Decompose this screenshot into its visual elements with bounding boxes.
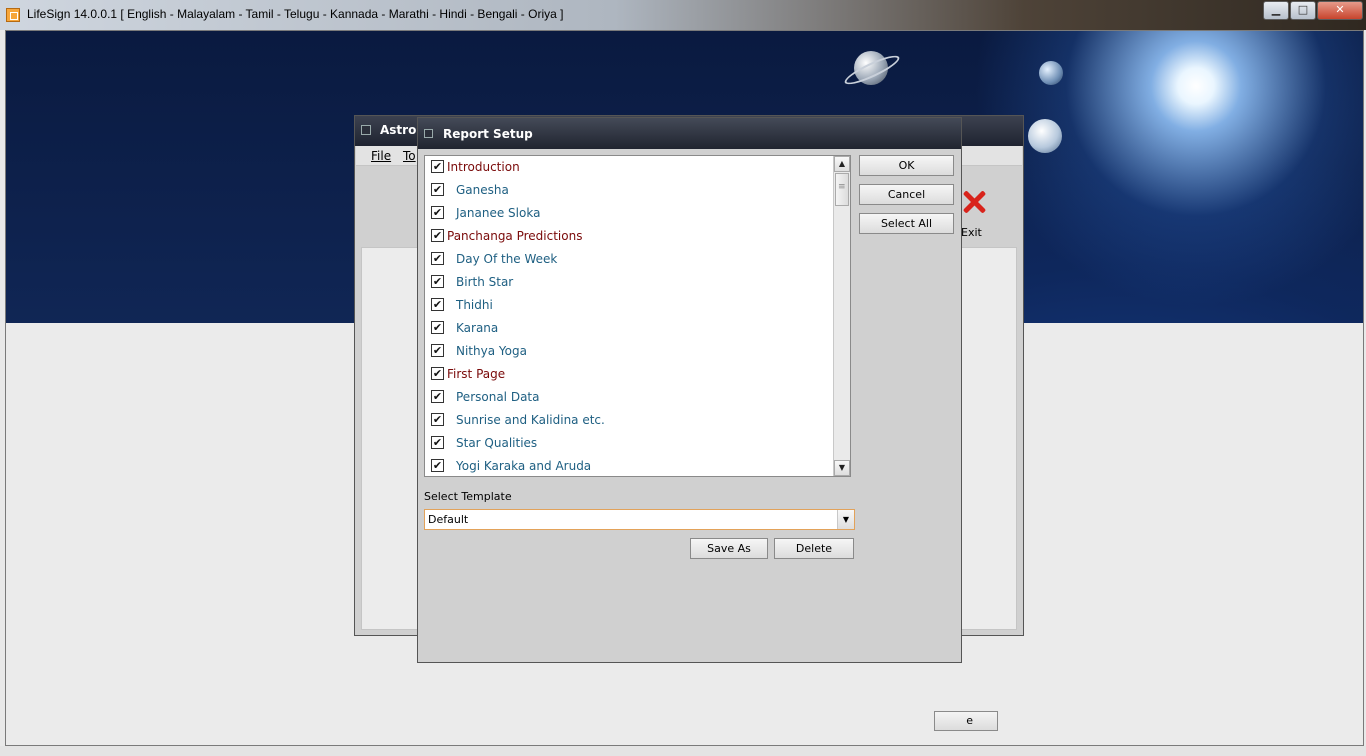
dialog-system-menu-icon[interactable] xyxy=(424,129,433,138)
report-item-label: Introduction xyxy=(447,160,520,174)
report-item[interactable]: ✔ Introduction xyxy=(425,156,833,179)
minimize-button[interactable]: ▁ xyxy=(1263,1,1289,20)
report-item[interactable]: ✔ Star Qualities xyxy=(425,432,833,455)
template-select[interactable]: Default ▼ xyxy=(424,509,855,530)
exit-icon[interactable] xyxy=(961,188,987,214)
ok-button[interactable]: OK xyxy=(859,155,954,176)
checkbox[interactable]: ✔ xyxy=(431,390,444,403)
delete-button[interactable]: Delete xyxy=(774,538,854,559)
maximize-button[interactable]: □ xyxy=(1290,1,1316,20)
dialog-titlebar: Report Setup xyxy=(418,118,961,149)
report-item-label: Ganesha xyxy=(456,183,509,197)
report-item-label: Sunrise and Kalidina etc. xyxy=(456,413,605,427)
report-item-label: Panchanga Predictions xyxy=(447,229,583,243)
checkbox[interactable]: ✔ xyxy=(431,252,444,265)
checkbox[interactable]: ✔ xyxy=(431,344,444,357)
report-item[interactable]: ✔ Nithya Yoga xyxy=(425,340,833,363)
template-select-value: Default xyxy=(428,513,469,526)
report-item-label: Star Qualities xyxy=(456,436,538,450)
report-item[interactable]: ✔ Karana xyxy=(425,317,833,340)
checkbox[interactable]: ✔ xyxy=(431,321,444,334)
report-item-label: Karana xyxy=(456,321,499,335)
report-item-label: Jananee Sloka xyxy=(456,206,541,220)
astro-system-menu-icon[interactable] xyxy=(361,125,371,135)
report-item-label: First Page xyxy=(447,367,506,381)
checkbox[interactable]: ✔ xyxy=(431,298,444,311)
astro-window-title: Astro- xyxy=(380,123,422,137)
checkbox[interactable]: ✔ xyxy=(431,413,444,426)
checkbox[interactable]: ✔ xyxy=(431,206,444,219)
report-item[interactable]: ✔ First Page xyxy=(425,363,833,386)
window-title: LifeSign 14.0.0.1 [ English - Malayalam … xyxy=(27,7,564,21)
report-item-label: Day Of the Week xyxy=(456,252,558,266)
report-sections-list[interactable]: ✔ Introduction ✔ Ganesha ✔ Jananee Sloka ✔ Panc… xyxy=(424,155,851,477)
report-item[interactable]: ✔ Sunrise and Kalidina etc. xyxy=(425,409,833,432)
report-item-label: Thidhi xyxy=(456,298,493,312)
exit-label: Exit xyxy=(961,226,982,239)
list-scrollbar[interactable]: ▲ ▼ xyxy=(833,156,850,476)
report-item[interactable]: ✔ Ganesha xyxy=(425,179,833,202)
saturn-graphic xyxy=(854,51,888,85)
checkbox[interactable]: ✔ xyxy=(431,436,444,449)
report-item-label: Nithya Yoga xyxy=(456,344,527,358)
dialog-title: Report Setup xyxy=(443,127,533,141)
checkbox[interactable]: ✔ xyxy=(431,367,444,380)
astro-partial-button[interactable]: e xyxy=(934,711,998,731)
menu-tools[interactable]: To xyxy=(403,149,416,163)
report-item[interactable]: ✔ Thidhi xyxy=(425,294,833,317)
chevron-down-icon[interactable]: ▼ xyxy=(837,510,854,529)
report-item[interactable]: ✔ Day Of the Week xyxy=(425,248,833,271)
report-item[interactable]: ✔ Personal Data xyxy=(425,386,833,409)
planet-graphic xyxy=(1039,61,1063,85)
report-item[interactable]: ✔ Yogi Karaka and Aruda xyxy=(425,455,833,476)
bottom-strip xyxy=(0,746,1366,756)
moon-graphic xyxy=(1028,119,1062,153)
report-item-label: Personal Data xyxy=(456,390,540,404)
menu-file[interactable]: File xyxy=(371,149,391,163)
cancel-button[interactable]: Cancel xyxy=(859,184,954,205)
app-icon xyxy=(6,8,20,22)
checkbox[interactable]: ✔ xyxy=(431,275,444,288)
report-item[interactable]: ✔ Birth Star xyxy=(425,271,833,294)
save-as-button[interactable]: Save As xyxy=(690,538,768,559)
report-item[interactable]: ✔ Panchanga Predictions xyxy=(425,225,833,248)
report-item[interactable]: ✔ Jananee Sloka xyxy=(425,202,833,225)
scroll-up-icon[interactable]: ▲ xyxy=(834,156,850,172)
checkbox[interactable]: ✔ xyxy=(431,183,444,196)
select-all-button[interactable]: Select All xyxy=(859,213,954,234)
report-setup-dialog: Report Setup ✔ Introduction ✔ Ganesha ✔ Janan… xyxy=(417,117,962,663)
close-button[interactable]: ✕ xyxy=(1317,1,1363,20)
report-item-label: Yogi Karaka and Aruda xyxy=(456,459,592,473)
report-item-label: Birth Star xyxy=(456,275,514,289)
checkbox[interactable]: ✔ xyxy=(431,160,444,173)
checkbox[interactable]: ✔ xyxy=(431,229,444,242)
scroll-thumb[interactable] xyxy=(835,173,849,206)
checkbox[interactable]: ✔ xyxy=(431,459,444,472)
select-template-label: Select Template xyxy=(424,490,512,503)
main-titlebar: LifeSign 14.0.0.1 [ English - Malayalam … xyxy=(0,0,1366,30)
scroll-down-icon[interactable]: ▼ xyxy=(834,460,850,476)
